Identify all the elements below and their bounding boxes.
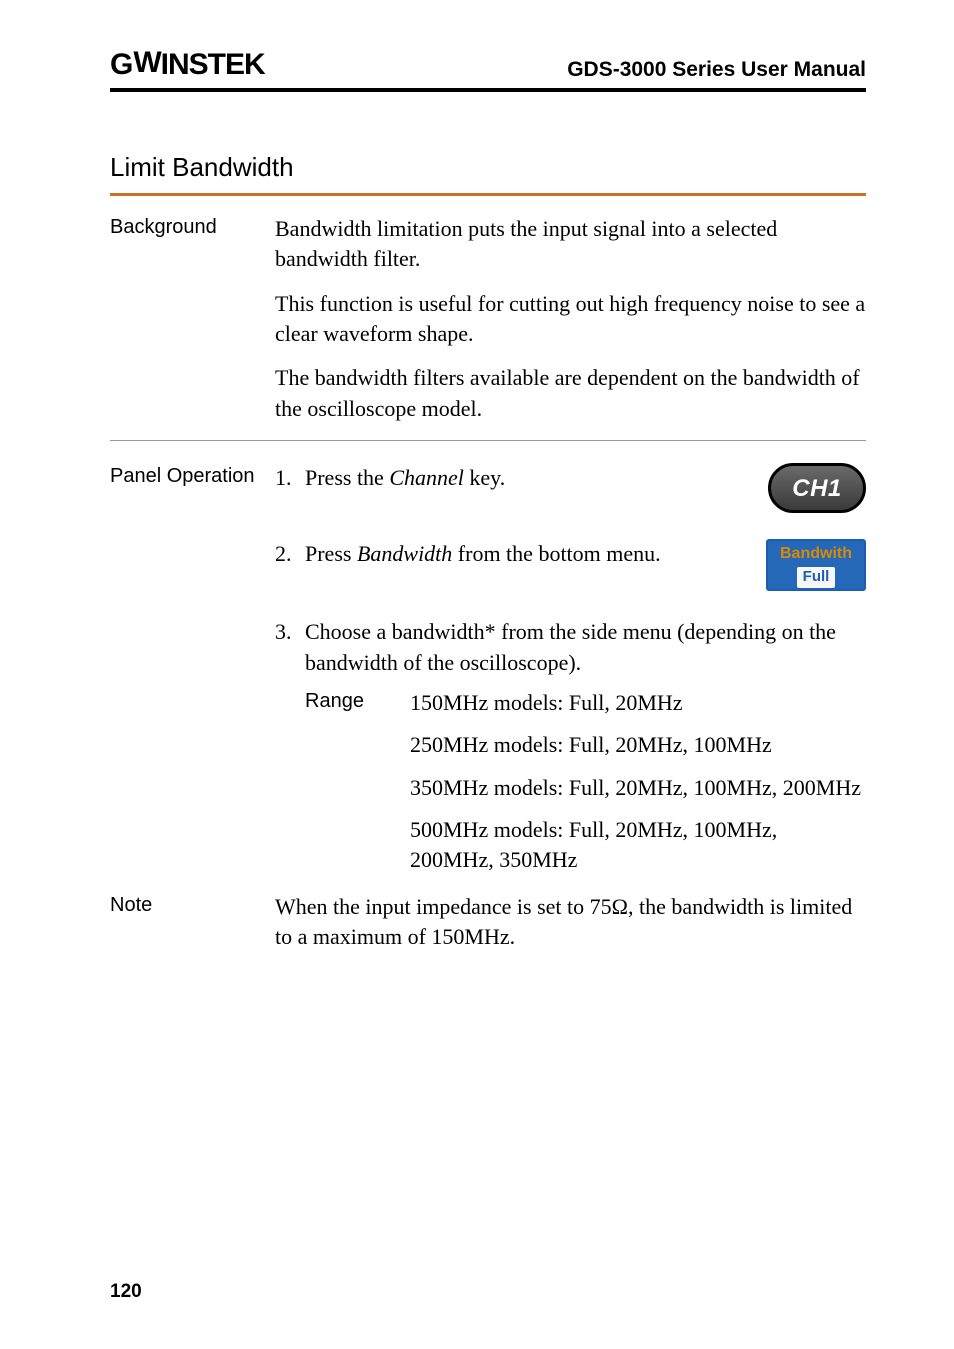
- note-label: Note: [110, 892, 275, 917]
- range-values: 150MHz models: Full, 20MHz 250MHz models…: [410, 688, 866, 888]
- step-1-num: 1.: [275, 463, 305, 493]
- page-number: 120: [110, 1281, 142, 1303]
- background-p2: This function is useful for cutting out …: [275, 289, 866, 350]
- bandwidth-softkey-label: Bandwith: [780, 543, 852, 565]
- range-150: 150MHz models: Full, 20MHz: [410, 688, 866, 718]
- background-p3: The bandwidth filters available are depe…: [275, 363, 866, 424]
- step-2-text-a: Press: [305, 541, 357, 566]
- note-text: When the input impedance is set to 75Ω, …: [275, 892, 866, 953]
- bandwidth-softkey-value: Full: [797, 567, 836, 588]
- background-label: Background: [110, 214, 275, 239]
- bandwidth-softkey-icon: Bandwith Full: [766, 539, 866, 591]
- range-block: Range 150MHz models: Full, 20MHz 250MHz …: [275, 688, 866, 888]
- section-rule: [110, 193, 866, 196]
- brand-u: W: [133, 46, 160, 80]
- brand-logo: GWINSTEK: [110, 48, 265, 82]
- note-content: When the input impedance is set to 75Ω, …: [275, 892, 866, 967]
- brand-rest: INSTEK: [161, 48, 265, 81]
- step-2: 2. Press Bandwidth from the bottom menu.…: [275, 539, 866, 591]
- panel-row: Panel Operation 1. Press the Channel key…: [110, 463, 866, 888]
- step-2-text-b: from the bottom menu.: [452, 541, 660, 566]
- step-1-body: Press the Channel key.: [305, 463, 768, 493]
- range-250: 250MHz models: Full, 20MHz, 100MHz: [410, 730, 866, 760]
- brand-g: G: [110, 48, 133, 81]
- ch1-key-icon: CH1: [768, 463, 866, 513]
- panel-label: Panel Operation: [110, 463, 275, 488]
- background-content: Bandwidth limitation puts the input sign…: [275, 214, 866, 430]
- range-350: 350MHz models: Full, 20MHz, 100MHz, 200M…: [410, 773, 866, 803]
- manual-title: GDS-3000 Series User Manual: [567, 58, 866, 82]
- note-row: Note When the input impedance is set to …: [110, 892, 866, 967]
- background-row: Background Bandwidth limitation puts the…: [110, 214, 866, 430]
- step-2-num: 2.: [275, 539, 305, 569]
- step-2-image: Bandwith Full: [766, 539, 866, 591]
- background-p1: Bandwidth limitation puts the input sign…: [275, 214, 866, 275]
- step-3: 3. Choose a bandwidth* from the side men…: [275, 617, 866, 678]
- step-1-text-i: Channel: [389, 465, 464, 490]
- range-500: 500MHz models: Full, 20MHz, 100MHz, 200M…: [410, 815, 866, 876]
- step-1-text-a: Press the: [305, 465, 389, 490]
- step-1: 1. Press the Channel key. CH1: [275, 463, 866, 513]
- step-1-image: CH1: [768, 463, 866, 513]
- step-2-body: Press Bandwidth from the bottom menu.: [305, 539, 766, 569]
- divider-rule: [110, 440, 866, 441]
- range-label: Range: [275, 688, 410, 888]
- page-header: GWINSTEK GDS-3000 Series User Manual: [110, 48, 866, 92]
- step-3-body: Choose a bandwidth* from the side menu (…: [305, 617, 866, 678]
- section-title: Limit Bandwidth: [110, 152, 866, 183]
- step-1-text-b: key.: [464, 465, 505, 490]
- step-3-num: 3.: [275, 617, 305, 647]
- panel-content: 1. Press the Channel key. CH1 2. Press B…: [275, 463, 866, 888]
- step-2-text-i: Bandwidth: [357, 541, 452, 566]
